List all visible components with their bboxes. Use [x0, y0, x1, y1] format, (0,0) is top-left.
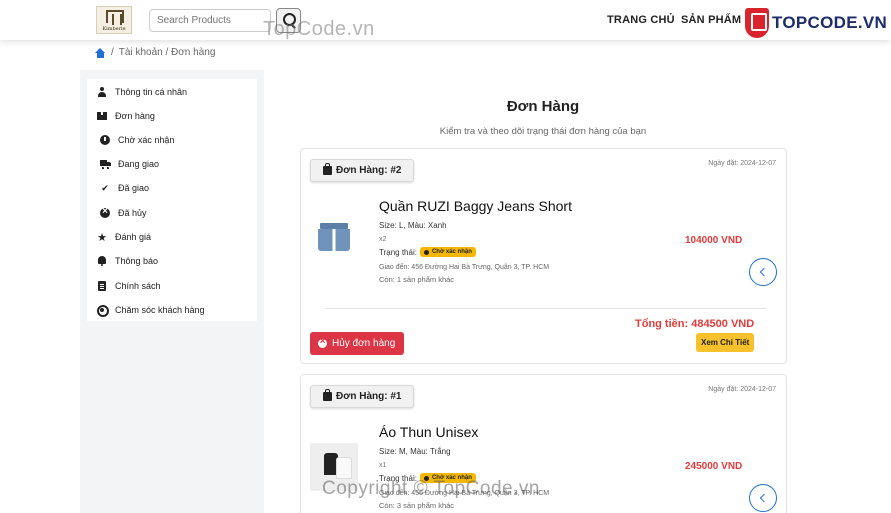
- chevron-left-icon[interactable]: [749, 258, 777, 286]
- view-detail-button[interactable]: Xem Chi Tiết: [696, 333, 755, 352]
- check-icon: ✔: [101, 182, 109, 193]
- search-input[interactable]: [149, 9, 271, 32]
- breadcrumb: / Tài khoản / Đơn hàng: [95, 47, 215, 58]
- order-number: Đơn Hàng: #1: [336, 391, 402, 402]
- support-icon: [97, 305, 109, 317]
- logo-text: Kimberie: [102, 26, 126, 32]
- box-icon: [97, 111, 107, 121]
- product-quantity: x2: [379, 236, 387, 243]
- nav-home-link[interactable]: TRANG CHỦ: [607, 14, 675, 26]
- topcode-shield-icon: [745, 8, 769, 38]
- order-number-badge: Đơn Hàng: #1: [310, 385, 415, 408]
- delivery-address: Giao đến: 456 Đường Hai Bà Trưng, Quận 3…: [379, 264, 550, 271]
- tower-icon: [106, 10, 124, 25]
- sidebar-item-label: Đã giao: [118, 183, 150, 193]
- account-sidebar: Thông tin cá nhân Đơn hàng Chờ xác nhận …: [87, 79, 257, 321]
- topcode-logo-text: TOPCODE.VN: [772, 13, 888, 32]
- sidebar-item-label: Chờ xác nhận: [118, 135, 175, 145]
- times-circle-icon: [100, 206, 110, 218]
- status-text: Chờ xác nhận: [431, 249, 472, 255]
- product-variant: Size: L, Màu: Xanh: [379, 221, 447, 230]
- sidebar-item-delivered[interactable]: ✔ Đã giao: [100, 180, 149, 196]
- nav-products-link[interactable]: SẢN PHẨM: [681, 14, 741, 26]
- sidebar-item-label: Chăm sóc khách hàng: [115, 305, 205, 315]
- product-name[interactable]: Quần RUZI Baggy Jeans Short: [379, 198, 572, 214]
- order-number-badge: Đơn Hàng: #2: [310, 159, 415, 182]
- order-total: Tổng tiền: 484500 VND: [635, 318, 755, 330]
- sidebar-item-orders[interactable]: Đơn hàng: [97, 108, 155, 124]
- order-date: Ngày đặt: 2024-12-07: [708, 160, 776, 167]
- sidebar-item-label: Đang giao: [118, 159, 160, 169]
- sidebar-item-cancelled[interactable]: Đã hủy: [100, 205, 147, 221]
- page-subtitle: Kiểm tra và theo dõi trạng thái đơn hàng…: [439, 126, 647, 137]
- sidebar-item-label: Đánh giá: [115, 232, 152, 242]
- sidebar-item-pending[interactable]: Chờ xác nhận: [100, 132, 174, 148]
- sidebar-item-profile[interactable]: Thông tin cá nhân: [97, 84, 187, 100]
- sidebar-item-reviews[interactable]: ★ Đánh giá: [97, 229, 151, 245]
- sidebar-item-policy[interactable]: Chính sách: [97, 278, 161, 294]
- order-date: Ngày đặt: 2024-12-07: [708, 386, 776, 393]
- shopping-bag-icon: [323, 389, 332, 401]
- order-number: Đơn Hàng: #2: [336, 165, 402, 176]
- cancel-order-label: Hủy đơn hàng: [332, 338, 396, 349]
- status-row: Trạng thái: Chờ xác nhận: [379, 247, 476, 257]
- clock-icon: [423, 249, 429, 255]
- sidebar-item-notifications[interactable]: Thông báo: [97, 253, 158, 269]
- sidebar-item-label: Chính sách: [115, 281, 161, 291]
- sidebar-item-label: Đã hủy: [118, 208, 147, 218]
- cancel-order-button[interactable]: Hủy đơn hàng: [310, 332, 405, 355]
- watermark-bottom: Copyright © TopCode.vn: [322, 478, 540, 499]
- product-price: 245000 VND: [685, 461, 743, 472]
- shopping-bag-icon: [323, 163, 332, 175]
- file-icon: [97, 281, 107, 291]
- home-icon[interactable]: [95, 47, 106, 58]
- truck-icon: [100, 159, 111, 169]
- status-label: Trạng thái:: [379, 247, 417, 257]
- bell-icon: [97, 256, 107, 266]
- chevron-left-icon[interactable]: [749, 484, 777, 512]
- product-image[interactable]: [310, 217, 358, 265]
- sidebar-item-shipping[interactable]: Đang giao: [100, 156, 159, 172]
- more-items: Còn: 3 sản phẩm khác: [379, 501, 455, 510]
- user-icon: [97, 87, 107, 97]
- topcode-logo: TOPCODE.VN: [745, 8, 887, 38]
- product-name[interactable]: Áo Thun Unisex: [379, 424, 478, 440]
- site-logo[interactable]: Kimberie: [96, 6, 132, 34]
- clock-icon: [100, 135, 110, 145]
- product-variant: Size: M, Màu: Trắng: [379, 447, 451, 456]
- times-circle-icon: [318, 336, 327, 348]
- page-title: Đơn Hàng: [506, 98, 580, 115]
- status-badge: Chờ xác nhận: [419, 247, 476, 257]
- more-items: Còn: 1 sản phẩm khác: [379, 275, 455, 284]
- product-quantity: x1: [379, 462, 387, 469]
- breadcrumb-path[interactable]: Tài khoản / Đơn hàng: [119, 47, 216, 58]
- product-price: 104000 VND: [685, 235, 743, 246]
- breadcrumb-separator: /: [111, 47, 114, 58]
- sidebar-item-label: Đơn hàng: [115, 111, 155, 121]
- sidebar-item-label: Thông báo: [115, 256, 159, 266]
- watermark-center: TopCode.vn: [263, 18, 375, 40]
- star-icon: ★: [97, 231, 107, 244]
- order-card: Đơn Hàng: #2 Ngày đặt: 2024-12-07 Quần R…: [300, 148, 787, 364]
- sidebar-item-support[interactable]: Chăm sóc khách hàng: [97, 302, 205, 318]
- divider: [325, 308, 766, 309]
- sidebar-item-label: Thông tin cá nhân: [115, 87, 188, 97]
